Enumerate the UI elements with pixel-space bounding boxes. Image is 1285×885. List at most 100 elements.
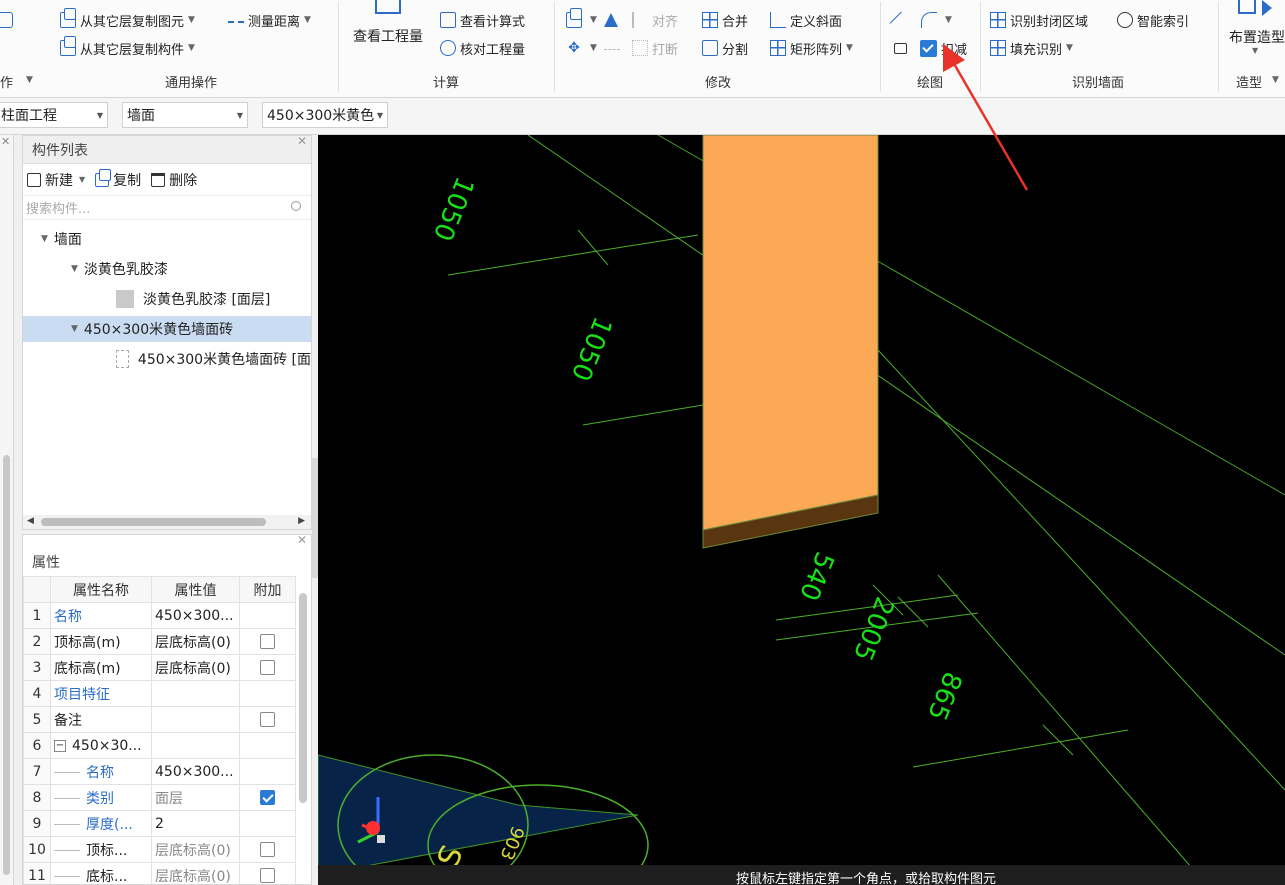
chevron-down-icon[interactable]: ▼ — [41, 234, 48, 244]
table-row[interactable]: 7 名称 450×300... — [23, 758, 296, 785]
identify-closed-area-button[interactable]: 识别封闭区域 — [990, 9, 1088, 31]
chevron-down-icon[interactable]: ▼ — [71, 324, 78, 334]
dimension-text: 540 — [793, 547, 839, 604]
chevron-down-icon: ▼ — [236, 110, 243, 120]
status-bar: 按鼠标左键指定第一个角点，或拾取构件图元 — [318, 865, 1285, 885]
chevron-down-icon[interactable]: ▼ — [26, 75, 33, 85]
rect-array-button[interactable]: 矩形阵列 ▼ — [770, 37, 853, 59]
copy-component-label: 从其它层复制构件 — [80, 42, 185, 58]
red-arrow-annotation — [943, 44, 1029, 191]
extra-checkbox[interactable] — [260, 712, 275, 727]
delete-component-button[interactable]: 删除 — [151, 170, 197, 190]
collapse-icon[interactable]: − — [54, 739, 66, 752]
smart-index-button[interactable]: 智能索引 — [1117, 9, 1189, 31]
tree-item-label: 淡黄色乳胶漆 [面层] — [143, 292, 271, 308]
properties-header-row: 属性名称 属性值 附加 — [23, 576, 296, 603]
place-shape-button[interactable]: 布置造型 ▼ — [1226, 0, 1285, 60]
tree-item-latex-paint-layer[interactable]: 淡黄色乳胶漆 [面层] — [23, 286, 311, 312]
target-icon — [1117, 12, 1133, 28]
material-swatch — [116, 290, 134, 308]
define-slope-button[interactable]: 定义斜面 — [770, 9, 842, 31]
chevron-down-icon[interactable]: ▼ — [71, 264, 78, 274]
component-search[interactable]: 搜索构件... — [23, 196, 311, 220]
dimension-text: 1050 — [565, 312, 618, 385]
close-icon[interactable]: ✕ — [297, 535, 307, 547]
copy-component-button[interactable]: 从其它层复制构件 ▼ — [60, 36, 195, 59]
extra-checkbox[interactable] — [260, 868, 275, 883]
extra-checkbox[interactable] — [260, 634, 275, 649]
copy-icon — [60, 36, 76, 56]
component-list-panel: ✕ 构件列表 新建 ▼ 复制 删除 搜索构件... ▼ 墙面 ▼ 淡黄色乳胶漆 — [22, 134, 312, 530]
align-button[interactable]: 对齐 — [632, 9, 678, 31]
extra-checkbox[interactable] — [260, 842, 275, 857]
merge-button[interactable]: 合并 — [702, 9, 748, 31]
vertical-scrollbar[interactable] — [299, 593, 307, 803]
table-row[interactable]: 6 −450×30... — [23, 732, 296, 759]
define-slope-label: 定义斜面 — [790, 14, 843, 30]
dimension-text: 1050 — [427, 172, 480, 245]
mirror-button[interactable] — [604, 9, 628, 31]
tree-item-label: 淡黄色乳胶漆 — [83, 262, 168, 278]
view-formula-label: 查看计算式 — [460, 14, 526, 30]
copy-from-other-floor-button[interactable]: 从其它层复制图元 ▼ — [60, 8, 195, 31]
component-combo-value: 450×300米黄色 — [267, 108, 375, 124]
new-component-button[interactable]: 新建 ▼ — [27, 170, 85, 190]
arrow-left-icon[interactable]: ◀ — [27, 516, 34, 526]
type-combo[interactable]: 墙面 ▼ — [122, 102, 248, 128]
close-icon[interactable]: ✕ — [1, 135, 10, 148]
chevron-down-icon: ▼ — [590, 15, 597, 25]
rect-tool-button[interactable] — [894, 37, 911, 59]
extra-checkbox-checked[interactable] — [260, 790, 275, 805]
align-label: 对齐 — [652, 14, 679, 30]
chevron-down-icon[interactable]: ▼ — [1272, 75, 1279, 85]
chevron-down-icon: ▼ — [1252, 46, 1259, 55]
break-button[interactable]: 打断 — [632, 37, 678, 59]
table-row[interactable]: 3 底标高(m) 层底标高(0) — [23, 654, 296, 681]
split-button[interactable]: 分割 — [702, 37, 748, 59]
copy-icon — [566, 8, 582, 28]
extend-button[interactable] — [604, 37, 624, 59]
table-row[interactable]: 4 项目特征 — [23, 680, 296, 707]
extend-icon — [604, 49, 620, 55]
view-quantity-button[interactable]: 查看工程量 — [348, 0, 428, 46]
file-icon[interactable] — [0, 12, 13, 28]
drawing-canvas[interactable]: 1050 1050 540 2005 865 S 903 按鼠标左键指定第一个角… — [318, 135, 1285, 885]
dimension-line — [912, 729, 1129, 768]
search-icon[interactable] — [291, 201, 301, 211]
break-label: 打断 — [652, 42, 679, 58]
tree-item-tile[interactable]: ▼ 450×300米黄色墙面砖 — [23, 316, 311, 342]
category-combo[interactable]: 柱面工程 ▼ — [0, 102, 108, 128]
rect-icon — [894, 42, 907, 54]
ribbon: 作 ▼ 从其它层复制图元 ▼ 测量距离 ▼ 从其它层复制构件 ▼ 通用操作 查看… — [0, 0, 1285, 98]
table-row[interactable]: 8 类别 面层 — [23, 784, 296, 811]
shape-icon — [1238, 0, 1256, 14]
dimension-tick — [577, 229, 609, 266]
tree-item-latex-paint[interactable]: ▼ 淡黄色乳胶漆 — [23, 256, 311, 282]
arrow-right-icon[interactable]: ▶ — [298, 516, 305, 526]
move-button[interactable]: ✥ ▼ — [566, 37, 597, 59]
line-tool-button[interactable] — [889, 9, 913, 35]
copy-tool-button[interactable]: ▼ — [566, 8, 597, 31]
vertical-scrollbar[interactable] — [3, 455, 10, 875]
tree-item-tile-layer[interactable]: 450×300米黄色墙面砖 [面 — [23, 346, 311, 372]
group-label-common-ops: 通用操作 — [165, 76, 218, 91]
extra-checkbox[interactable] — [260, 660, 275, 675]
arc-tool-button[interactable]: ▼ — [921, 9, 952, 31]
scrollbar-thumb[interactable] — [41, 518, 266, 526]
group-label-modify: 修改 — [705, 76, 732, 91]
table-row[interactable]: 9 厚度(... 2 — [23, 810, 296, 837]
tree-item-wall[interactable]: ▼ 墙面 — [23, 226, 311, 252]
table-row[interactable]: 1 名称 450×300... — [23, 602, 296, 629]
table-row[interactable]: 10 顶标... 层底标高(0) — [23, 836, 296, 863]
component-combo[interactable]: 450×300米黄色 ▼ — [262, 102, 388, 128]
table-row[interactable]: 2 顶标高(m) 层底标高(0) — [23, 628, 296, 655]
horizontal-scrollbar[interactable]: ◀ ▶ — [23, 515, 311, 529]
close-icon[interactable]: ✕ — [297, 134, 307, 148]
measure-distance-button[interactable]: 测量距离 ▼ — [228, 9, 311, 31]
copy-component-list-button[interactable]: 复制 — [95, 168, 141, 190]
component-search-placeholder: 搜索构件... — [26, 202, 91, 217]
view-formula-button[interactable]: 查看计算式 — [440, 9, 525, 31]
check-quantity-button[interactable]: 核对工程量 — [440, 37, 525, 59]
table-row[interactable]: 11 底标... 层底标高(0) — [23, 862, 296, 884]
table-row[interactable]: 5 备注 — [23, 706, 296, 733]
